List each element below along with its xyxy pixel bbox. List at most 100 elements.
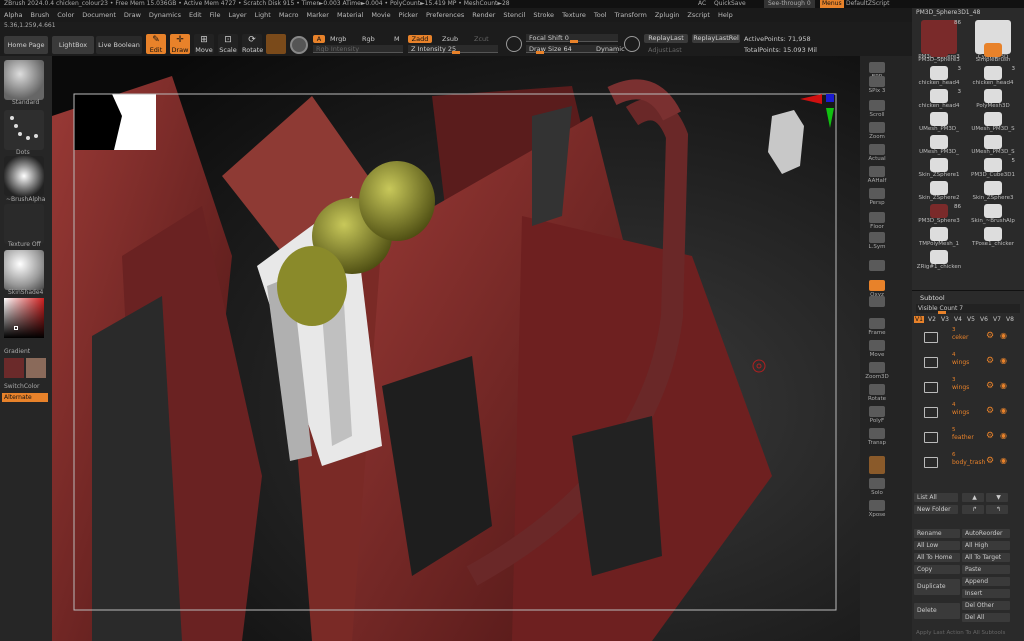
z-intensity-slider[interactable]: Z Intensity 25 xyxy=(408,45,498,54)
dots-stroke-thumbnail[interactable] xyxy=(4,110,44,150)
tool-thumbnail[interactable]: PolyMesh3D xyxy=(968,89,1018,112)
quicksave-button[interactable]: QuickSave xyxy=(714,0,746,8)
lazy-d-icon[interactable] xyxy=(624,36,640,52)
transp-button[interactable]: Transp xyxy=(864,428,890,450)
lsym-button[interactable]: L.Sym xyxy=(864,232,890,254)
subtool-title[interactable]: Subtool xyxy=(920,294,945,302)
spix-button[interactable]: SPix 3 xyxy=(864,76,890,98)
arrow-undo-button[interactable]: ↰ xyxy=(986,505,1008,514)
del-all-button[interactable]: Del All xyxy=(962,613,1010,622)
brush-sphere-icon[interactable] xyxy=(290,36,308,54)
eye-icon[interactable]: ◉ xyxy=(1000,431,1007,440)
zadd-button[interactable]: Zadd xyxy=(408,35,432,43)
gear-icon[interactable]: ⚙ xyxy=(986,431,994,441)
adjust-last-button[interactable]: AdjustLast xyxy=(648,46,682,54)
menus-button[interactable]: Menus xyxy=(820,0,844,8)
tool-thumbnail[interactable]: Skin_~BrushAlp xyxy=(968,204,1018,227)
tool-thumbnail[interactable]: 5 PM3D_Cube3D1 xyxy=(968,158,1018,181)
eye-icon[interactable]: ◉ xyxy=(1000,456,1007,465)
tool-thumbnail[interactable]: UMesh_PM3D_S xyxy=(968,135,1018,158)
move-up-button[interactable]: ▲ xyxy=(962,493,984,502)
delete-button[interactable]: Delete xyxy=(914,603,960,619)
subtool-folder-row[interactable]: 5 feather ⚙ ◉ xyxy=(918,427,1020,452)
z-intensity-knob[interactable] xyxy=(452,51,460,54)
tool-thumbnail[interactable]: 3 chicken_head4 xyxy=(914,66,964,89)
gear-icon[interactable]: ⚙ xyxy=(986,356,994,366)
zoom3d-button[interactable]: Zoom3D xyxy=(864,362,890,384)
material-thumbnail[interactable] xyxy=(4,250,44,290)
polyf-button[interactable]: PolyF xyxy=(864,406,890,428)
new-folder-button[interactable]: New Folder xyxy=(914,505,958,514)
menu-item-help[interactable]: Help xyxy=(714,8,737,22)
scroll-button[interactable]: Scroll xyxy=(864,100,890,122)
tool-thumbnail[interactable]: ZRig#1_chicken xyxy=(914,250,964,273)
all-low-button[interactable]: All Low xyxy=(914,541,960,550)
tool-thumbnail[interactable]: 3 chicken_head4 xyxy=(968,66,1018,89)
visibility-tab-v6[interactable]: V6 xyxy=(979,316,989,323)
subtool-folder-row[interactable]: 4 wings ⚙ ◉ xyxy=(918,402,1020,427)
visibility-tab-v4[interactable]: V4 xyxy=(953,316,963,323)
tool-thumbnail[interactable]: Skin_ZSphere1 xyxy=(914,158,964,181)
del-other-button[interactable]: Del Other xyxy=(962,601,1010,610)
menu-item-movie[interactable]: Movie xyxy=(367,8,394,22)
visible-count-knob[interactable] xyxy=(938,311,946,314)
brush-alpha-thumbnail[interactable] xyxy=(4,156,44,196)
eye-icon[interactable]: ◉ xyxy=(1000,406,1007,415)
menu-item-color[interactable]: Color xyxy=(53,8,78,22)
move-button[interactable]: ⊞ Move xyxy=(194,34,214,54)
live-boolean-button[interactable]: Live Boolean xyxy=(96,36,142,54)
lock-button[interactable] xyxy=(864,260,890,282)
subtool-folder-row[interactable]: 3 wings ⚙ ◉ xyxy=(918,377,1020,402)
menu-item-transform[interactable]: Transform xyxy=(611,8,651,22)
gear-icon[interactable]: ⚙ xyxy=(986,331,994,341)
ac-label[interactable]: AC xyxy=(698,0,706,8)
menu-item-draw[interactable]: Draw xyxy=(120,8,145,22)
menu-item-brush[interactable]: Brush xyxy=(26,8,53,22)
alternate-button[interactable]: Alternate xyxy=(2,393,48,402)
aahalf-button[interactable]: AAHalf xyxy=(864,166,890,188)
menu-item-macro[interactable]: Macro xyxy=(275,8,303,22)
rgb-intensity-slider[interactable]: Rgb Intensity xyxy=(313,45,403,53)
eye-icon[interactable]: ◉ xyxy=(1000,356,1007,365)
subtool-folder-row[interactable]: 3 ceker ⚙ ◉ xyxy=(918,327,1020,352)
tool-thumbnail[interactable]: Skin_ZSphere2 xyxy=(914,181,964,204)
rotate-button[interactable]: ⟳ Rotate xyxy=(242,34,263,54)
gear-icon[interactable]: ⚙ xyxy=(986,381,994,391)
a-button[interactable]: A xyxy=(313,35,325,43)
draw-size-slider[interactable]: Draw Size 64 Dynamic xyxy=(526,45,625,54)
menu-item-stencil[interactable]: Stencil xyxy=(499,8,529,22)
switch-color-button[interactable]: SwitchColor xyxy=(4,383,40,390)
m-button[interactable]: M xyxy=(394,35,400,43)
draw-button[interactable]: ✛ Draw xyxy=(170,34,190,54)
eye-icon[interactable]: ◉ xyxy=(1000,331,1007,340)
frame-button[interactable]: Frame xyxy=(864,318,890,340)
rgb-button[interactable]: Rgb xyxy=(362,35,375,43)
ghost-button[interactable] xyxy=(864,456,890,478)
actual-button[interactable]: Actual xyxy=(864,144,890,166)
tool-thumbnail[interactable]: UMesh_PM3D_ xyxy=(914,112,964,135)
menu-item-picker[interactable]: Picker xyxy=(395,8,422,22)
menu-item-marker[interactable]: Marker xyxy=(302,8,332,22)
menu-item-document[interactable]: Document xyxy=(78,8,120,22)
rotate3d-button[interactable]: Rotate xyxy=(864,384,890,406)
zcut-button[interactable]: Zcut xyxy=(474,35,489,43)
floor-button[interactable]: Floor xyxy=(864,212,890,234)
home-page-button[interactable]: Home Page xyxy=(4,36,48,54)
insert-button[interactable]: Insert xyxy=(962,589,1010,598)
mrgb-button[interactable]: Mrgb xyxy=(330,35,346,43)
persp-button[interactable]: Persp xyxy=(864,188,890,210)
tool-thumbnail[interactable]: Skin_ZSphere3 xyxy=(968,181,1018,204)
solo-button[interactable]: Solo xyxy=(864,478,890,500)
subtool-folder-row[interactable]: 6 body_trash ⚙ ◉ xyxy=(918,452,1020,477)
symmetry-s-icon[interactable] xyxy=(506,36,522,52)
list-all-button[interactable]: List All xyxy=(914,493,958,502)
move-down-button[interactable]: ▼ xyxy=(986,493,1008,502)
main-color-swatch[interactable] xyxy=(4,358,24,378)
tool-thumbnail[interactable]: 3 chicken_head4 xyxy=(914,89,964,112)
color-picker-cursor[interactable] xyxy=(14,326,18,330)
visibility-tab-v5[interactable]: V5 xyxy=(966,316,976,323)
visibility-tab-v2[interactable]: V2 xyxy=(927,316,937,323)
lightbox-button[interactable]: LightBox xyxy=(52,36,94,54)
menu-item-render[interactable]: Render xyxy=(468,8,499,22)
menu-item-preferences[interactable]: Preferences xyxy=(422,8,468,22)
